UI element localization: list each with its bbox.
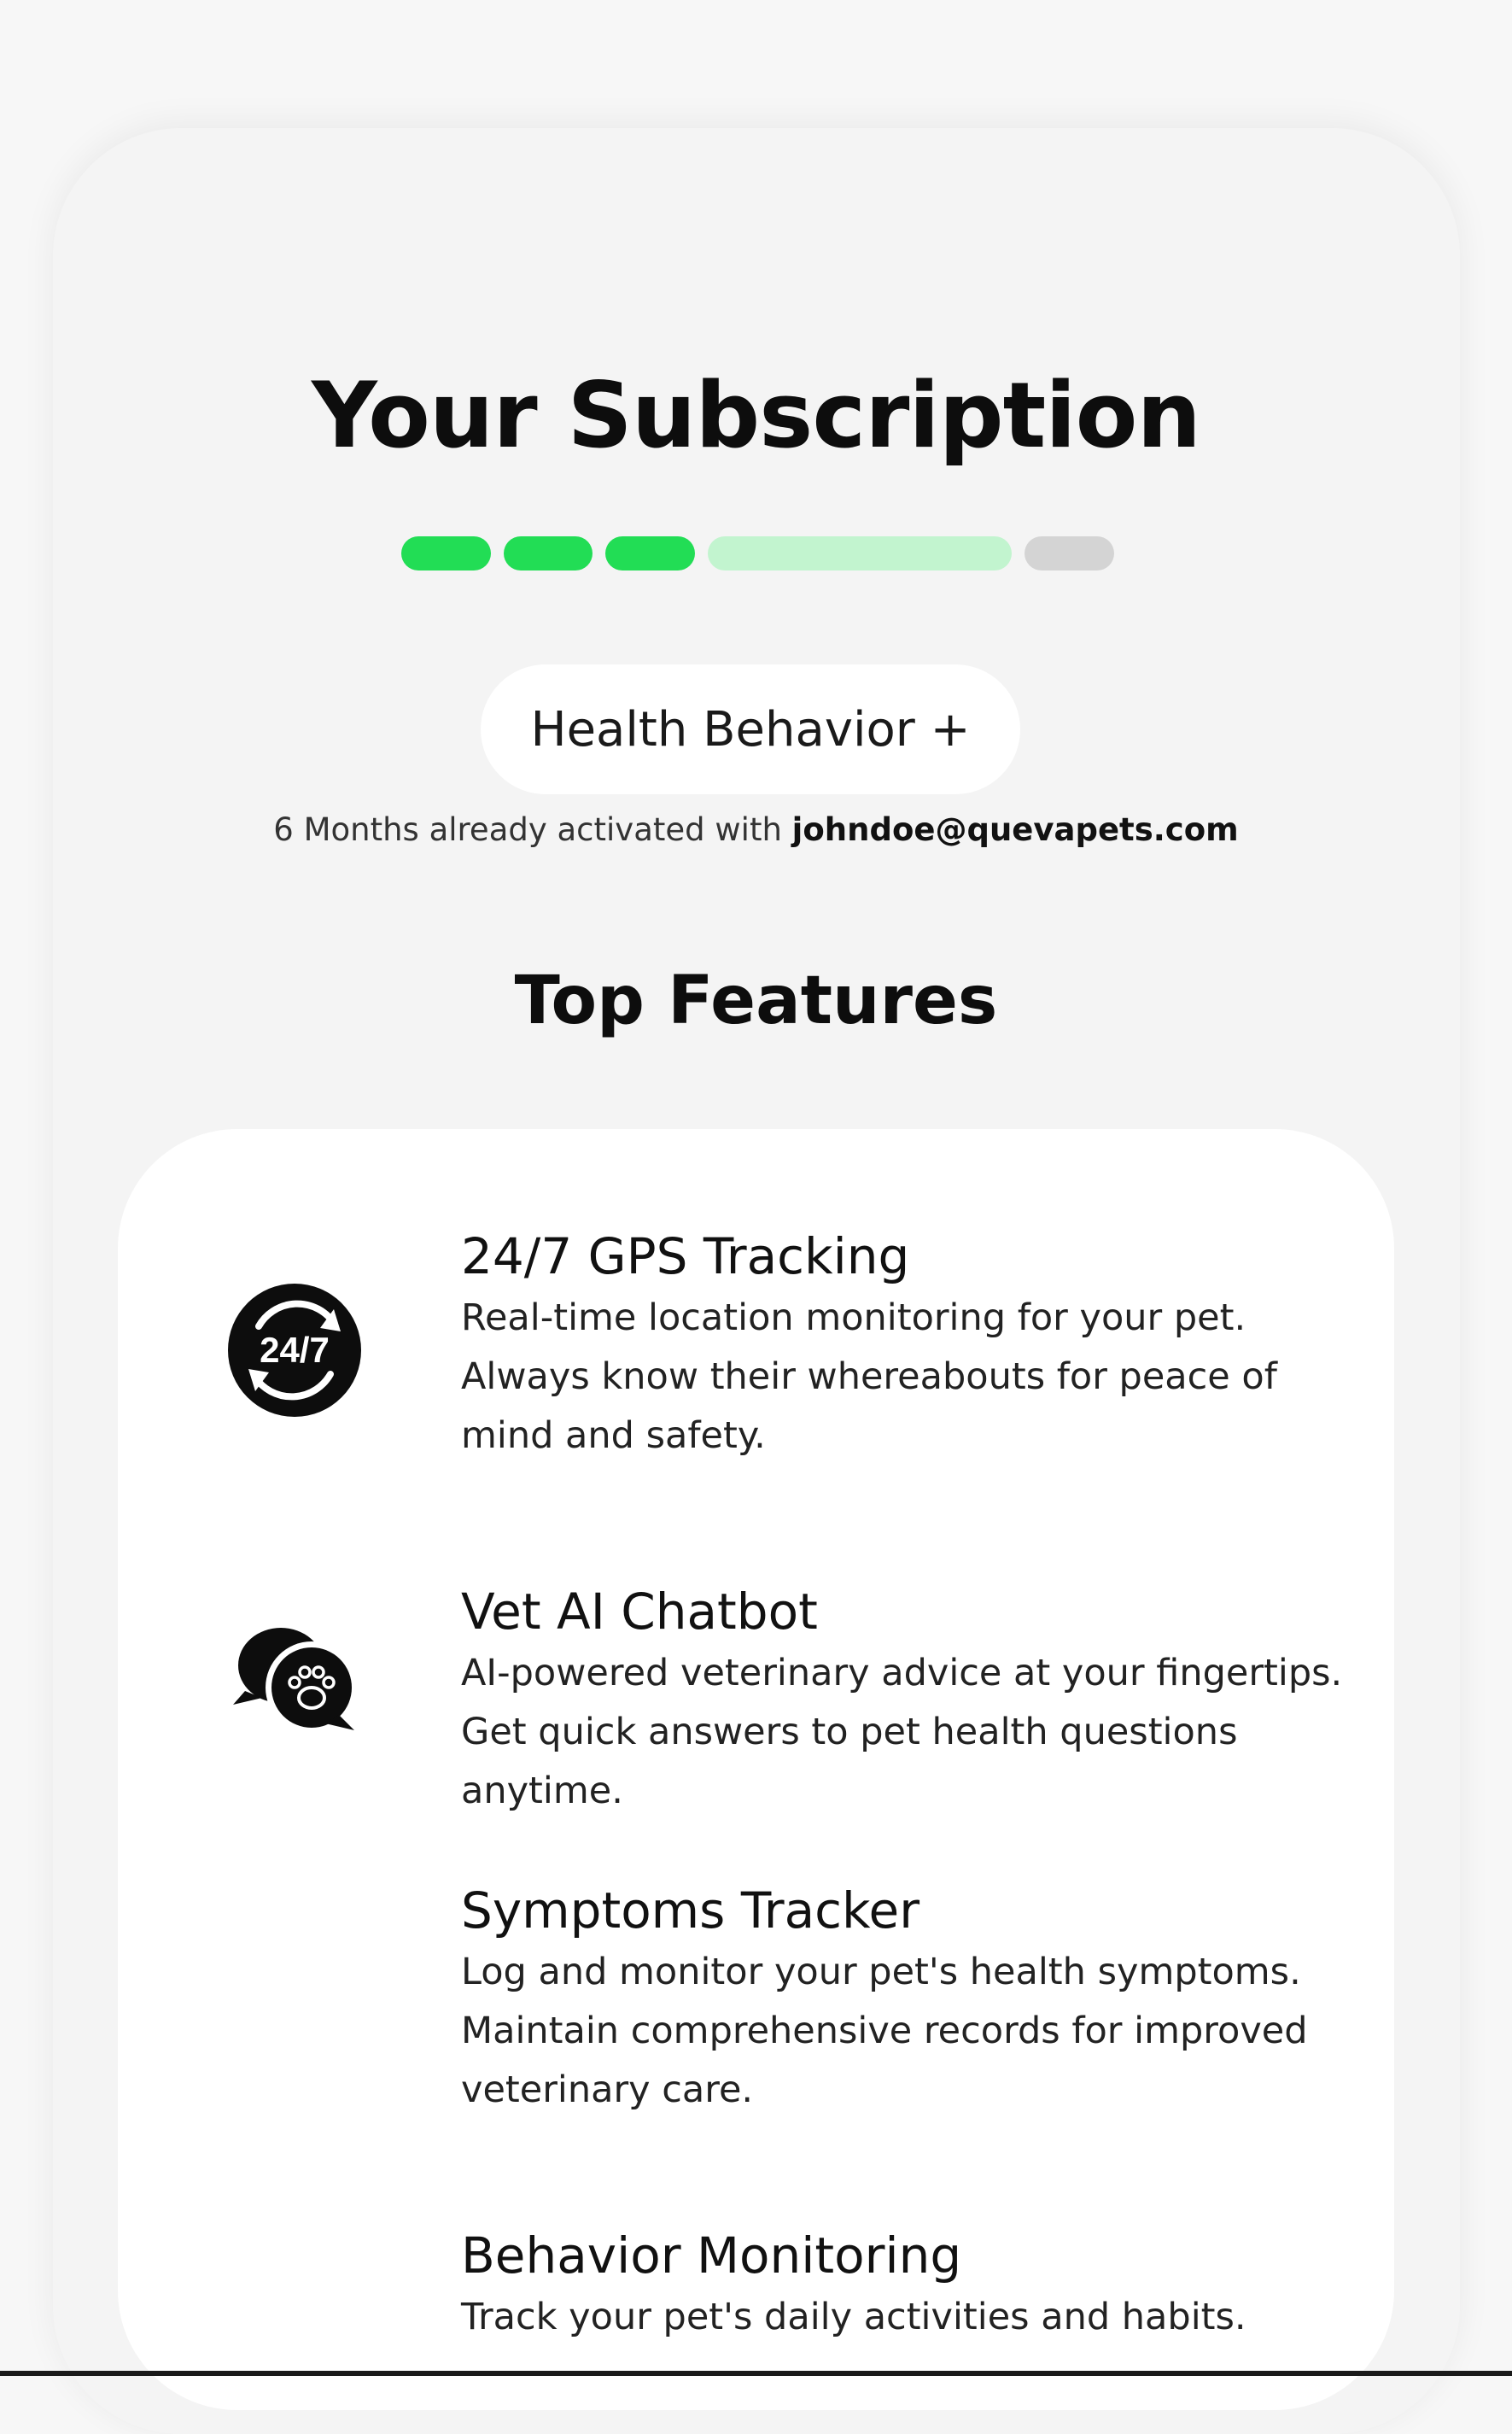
progress-step — [605, 536, 695, 570]
progress-step — [708, 536, 1012, 570]
feature-gps-tracking: 24/7 GPS Tracking Real-time location mon… — [461, 1226, 1349, 1466]
paw-chat-bubbles-icon — [233, 1628, 358, 1734]
feature-title: Behavior Monitoring — [461, 2226, 962, 2285]
features-heading: Top Features — [514, 962, 998, 1039]
feature-vet-ai-chatbot: Vet AI Chatbot AI-powered veterinary adv… — [461, 1581, 1349, 1821]
feature-description: Log and monitor your pet's health sympto… — [461, 1951, 1308, 2111]
account-email: johndoe@quevapets.com — [791, 811, 1239, 848]
progress-step — [504, 536, 593, 570]
feature-description: AI-powered veterinary advice at your fin… — [461, 1652, 1343, 1812]
page-title: Your Subscription — [312, 363, 1201, 468]
progress-step — [1025, 536, 1114, 570]
feature-title: Symptoms Tracker — [461, 1881, 920, 1940]
feature-title: 24/7 GPS Tracking — [461, 1227, 910, 1285]
feature-symptoms-tracker: Symptoms Tracker Log and monitor your pe… — [461, 1880, 1349, 2120]
feature-description: Track your pet's daily activities and ha… — [461, 2296, 1246, 2338]
bottom-divider — [0, 2371, 1512, 2376]
progress-step — [401, 536, 491, 570]
plan-badge[interactable]: Health Behavior + — [481, 664, 1020, 794]
activation-text: 6 Months already activated with — [273, 811, 782, 848]
clock-24-7-label: 24/7 — [260, 1330, 330, 1370]
clock-24-7-icon: 24/7 — [228, 1284, 361, 1417]
activation-status: 6 Months already activated with johndoe@… — [0, 811, 1512, 848]
feature-description: Real-time location monitoring for your p… — [461, 1296, 1277, 1457]
feature-behavior-monitoring: Behavior Monitoring Track your pet's dai… — [461, 2225, 1349, 2347]
feature-title: Vet AI Chatbot — [461, 1583, 818, 1641]
